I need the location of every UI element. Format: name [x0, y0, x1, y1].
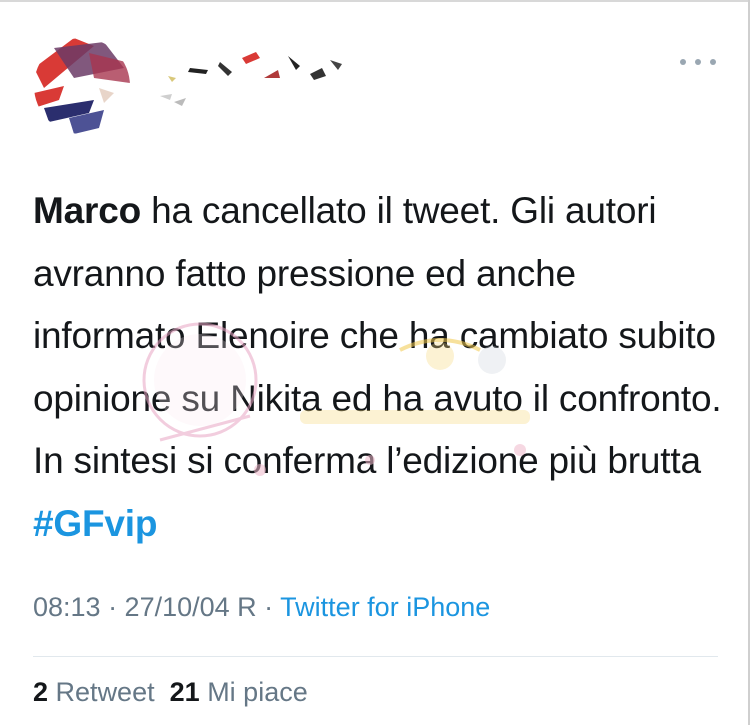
dot — [680, 59, 686, 65]
likes-stat[interactable]: 21 Mi piace — [170, 677, 308, 707]
redacted-username[interactable] — [160, 48, 350, 108]
tweet-card: Marco ha cancellato il tweet. Gli autori… — [0, 0, 750, 725]
avatar[interactable] — [34, 38, 130, 134]
tweet-meta: 08:13 · 27/10/04 R · Twitter for iPhone — [33, 592, 490, 623]
retweets-label: Retweet — [55, 677, 155, 707]
author-mention[interactable]: Marco — [33, 190, 141, 231]
top-border — [0, 0, 750, 2]
divider — [33, 656, 718, 657]
tweet-body: ha cancellato il tweet. Gli autori avran… — [33, 190, 722, 481]
retweets-stat[interactable]: 2 Retweet — [33, 677, 155, 707]
timestamp: 08:13 · 27/10/04 R · — [33, 592, 281, 622]
more-dots-icon[interactable] — [680, 52, 716, 72]
likes-label: Mi piace — [207, 677, 308, 707]
likes-count: 21 — [169, 677, 200, 707]
tweet-stats: 2 Retweet 21 Mi piace — [33, 677, 308, 708]
dot — [710, 59, 716, 65]
retweets-count: 2 — [33, 677, 49, 707]
dot — [695, 59, 701, 65]
hashtag-link[interactable]: #GFvip — [33, 503, 157, 544]
tweet-text: Marco ha cancellato il tweet. Gli autori… — [33, 180, 733, 555]
source-link[interactable]: Twitter for iPhone — [280, 592, 490, 622]
